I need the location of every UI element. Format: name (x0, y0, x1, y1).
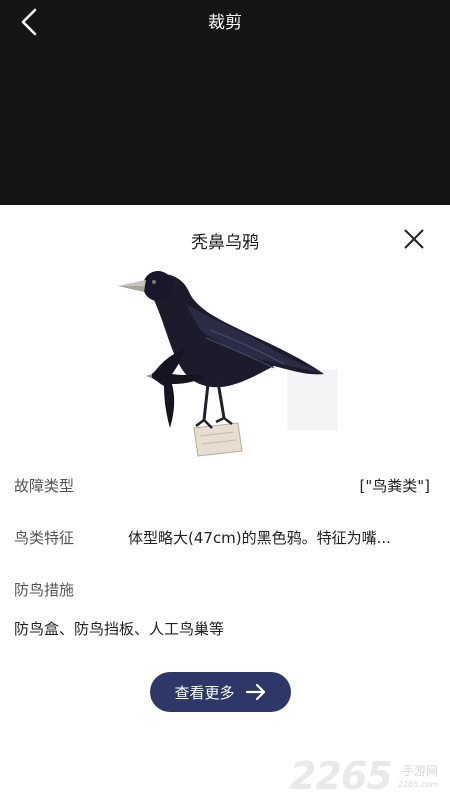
watermark-text: 手游网 (402, 764, 439, 778)
bird-illustration (112, 260, 338, 460)
bird-features-value: 体型略大(47cm)的黑色鸦。特征为嘴... (128, 529, 391, 547)
view-more-button[interactable]: 查看更多 (150, 672, 291, 712)
close-icon (404, 229, 424, 249)
fault-type-label: 故障类型 (14, 477, 75, 495)
bird-prevention-label: 防鸟措施 (14, 581, 75, 599)
watermark-number: 2265 (290, 754, 393, 798)
page-title: 裁剪 (208, 13, 242, 33)
fault-type-value: ["鸟粪类"] (359, 477, 430, 495)
bird-features-label: 鸟类特征 (14, 529, 75, 547)
bird-name-title: 秃鼻乌鸦 (191, 233, 259, 253)
bird-prevention-value: 防鸟盒、防鸟挡板、人工鸟巢等 (14, 620, 225, 638)
watermark-url: 2265.com (398, 780, 438, 789)
bird-detail-sheet: 秃鼻乌鸦 故障类型 ["鸟粪类"] 鸟类特征 体型略大(47cm)的黑色鸦。特征… (0, 205, 450, 800)
view-more-label: 查看更多 (174, 683, 235, 702)
arrow-right-icon (245, 683, 265, 701)
close-button[interactable] (400, 225, 428, 253)
top-bar: 裁剪 (0, 0, 450, 205)
site-watermark: 2265 手游网 2265.com (290, 752, 450, 800)
